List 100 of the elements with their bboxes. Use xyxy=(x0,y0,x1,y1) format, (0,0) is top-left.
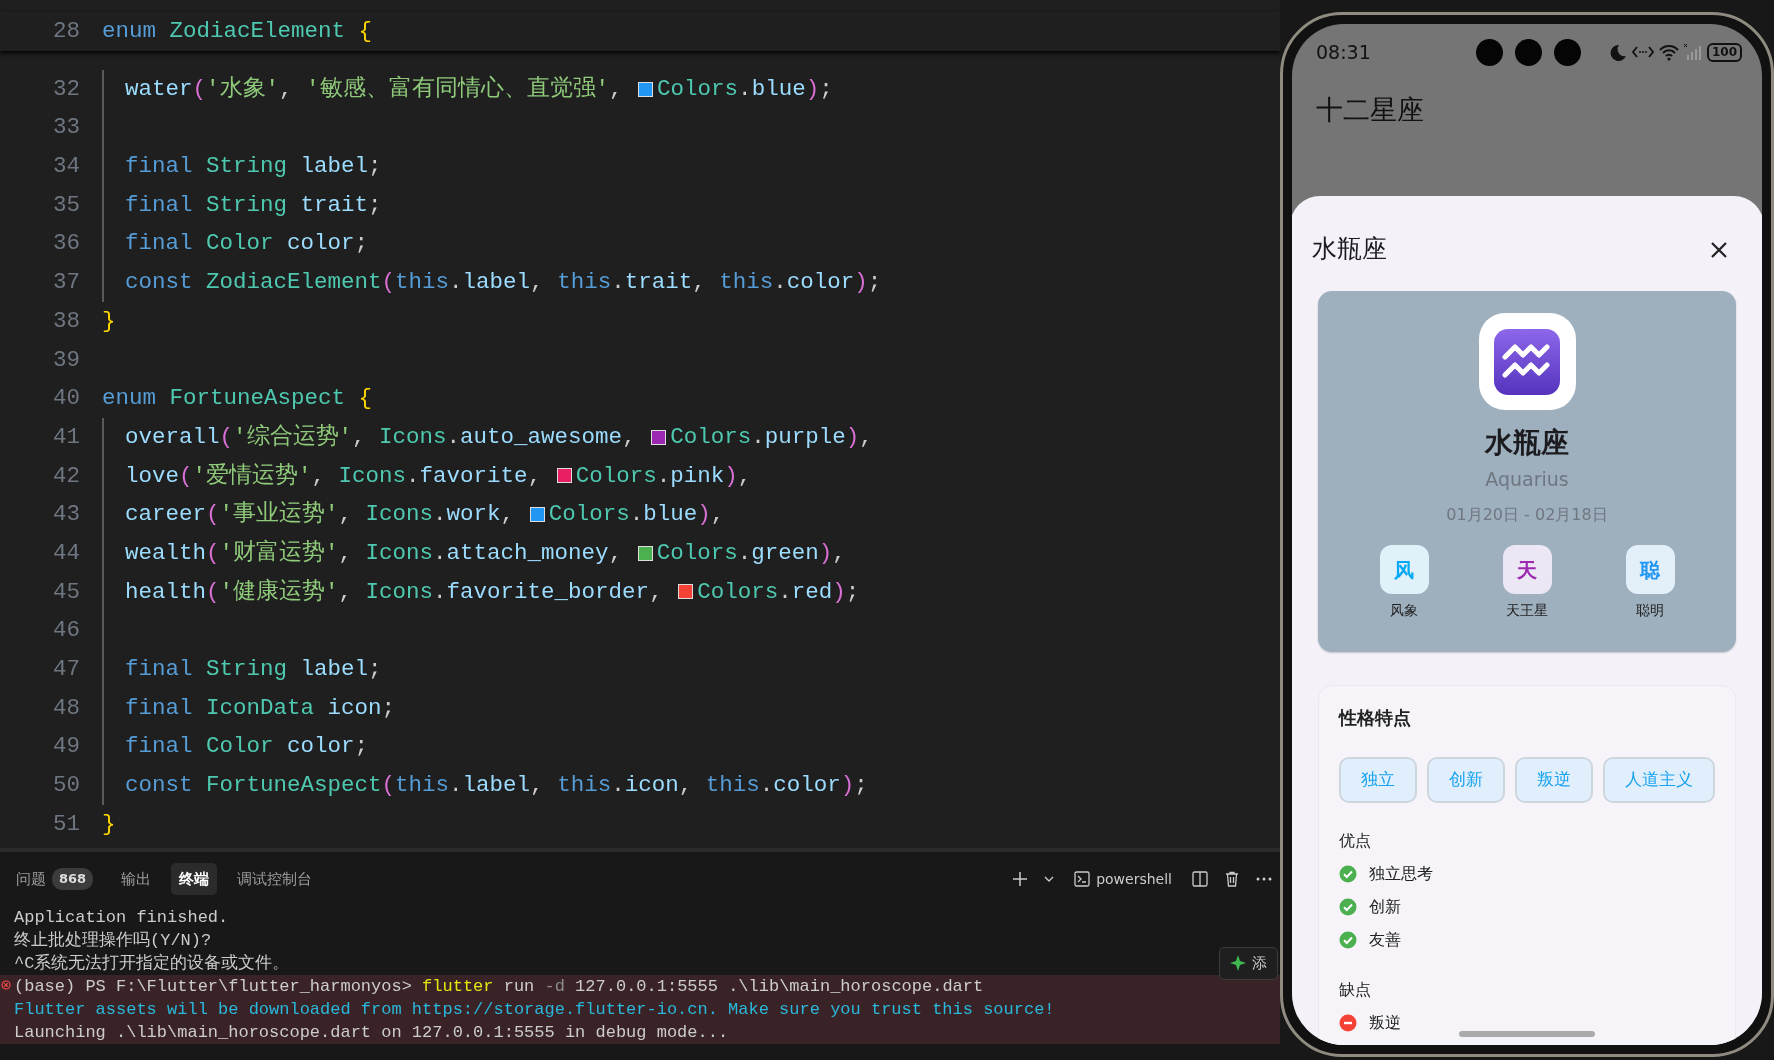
code-token: IconData xyxy=(206,693,316,723)
line-number: 35 xyxy=(52,190,80,220)
trash-icon[interactable] xyxy=(1224,871,1240,887)
code-token: favorite_border xyxy=(446,577,650,607)
code-token: . xyxy=(611,771,625,801)
code-token: final xyxy=(125,190,194,220)
code-token: final xyxy=(125,655,194,684)
sign-name: 水瓶座 xyxy=(1485,428,1569,459)
code-token: . xyxy=(656,461,671,491)
line-number: 38 xyxy=(52,306,80,336)
code-token: ; xyxy=(354,229,369,259)
code-token: ; xyxy=(368,152,382,182)
line-number: 28 xyxy=(52,17,80,46)
code-token: . xyxy=(759,771,774,801)
code-token: Color xyxy=(206,229,275,259)
code-token: ( xyxy=(381,268,396,298)
code-token: ( xyxy=(206,500,220,530)
line-number: 48 xyxy=(52,693,80,723)
list-heading: 缺点 xyxy=(1339,979,1372,1001)
code-token: enum xyxy=(102,384,157,414)
panel-tab[interactable]: 终端 xyxy=(171,862,218,896)
code-token: , xyxy=(710,500,725,530)
panel-tab[interactable]: 调试控制台 xyxy=(229,862,321,896)
line-number: 43 xyxy=(52,500,80,530)
terminal-text: Launching .\lib\main_horoscope.dart on 127.0.0.1:5555 in debug mode... xyxy=(14,1022,729,1044)
line-number: 39 xyxy=(52,345,80,375)
code-token: color xyxy=(287,229,355,259)
code-token: health xyxy=(125,577,206,607)
camera-icon xyxy=(1554,38,1581,66)
list-item-text: 独立思考 xyxy=(1369,863,1433,885)
code-token: ( xyxy=(179,461,193,491)
list-heading: 优点 xyxy=(1339,830,1372,852)
code-token: label xyxy=(300,152,369,182)
code-token: water xyxy=(125,74,193,104)
code-token: FortuneAspect xyxy=(169,384,347,414)
code-token: . xyxy=(751,422,765,452)
code-token: , xyxy=(279,74,294,104)
code-token: const xyxy=(125,771,194,801)
code-token: enum xyxy=(102,17,157,46)
code-token: color xyxy=(287,732,355,762)
code-token: . xyxy=(433,577,447,607)
code-token: Color xyxy=(206,732,275,762)
terminal-shell-button[interactable]: powershell xyxy=(1070,866,1176,892)
status-time: 08:31 xyxy=(1316,39,1372,65)
code-token: ; xyxy=(381,693,396,723)
line-number: 36 xyxy=(52,229,80,259)
section-title: 性格特点 xyxy=(1339,706,1412,730)
code-token: purple xyxy=(764,422,846,452)
code-token: , xyxy=(530,771,545,801)
code-token: Icons xyxy=(338,461,407,491)
panel-tab[interactable]: 问题 868 xyxy=(8,862,102,896)
code-token: trait xyxy=(300,190,369,220)
code-token: String xyxy=(206,152,289,182)
code-token: Icons xyxy=(379,422,447,452)
wifi-icon xyxy=(1658,43,1679,61)
code-token: '财富运势' xyxy=(219,538,339,568)
data-transfer-icon xyxy=(1631,44,1654,60)
terminal-text: Application finished. xyxy=(14,907,229,929)
camera-icon xyxy=(1515,38,1542,66)
code-token: ; xyxy=(854,771,868,801)
code-token: '综合运势' xyxy=(233,422,353,452)
line-number: 32 xyxy=(52,74,80,104)
add-icon[interactable] xyxy=(1012,871,1029,887)
more-icon[interactable] xyxy=(1256,877,1272,881)
code-token: ZodiacElement xyxy=(169,17,347,46)
terminal-text: 127.0.0.1:5555 .\lib\main_horoscope.dart xyxy=(574,976,984,998)
code-token: pink xyxy=(670,461,725,491)
code-token: , xyxy=(530,268,545,298)
attribute-label: 天王星 xyxy=(1506,601,1548,621)
code-token: ; xyxy=(354,732,369,762)
line-number: 47 xyxy=(52,655,80,684)
code-token: ; xyxy=(368,655,382,684)
code-token: final xyxy=(125,229,194,259)
code-token: final xyxy=(125,693,194,723)
code-token: love xyxy=(125,461,179,491)
code-token: icon xyxy=(327,693,382,723)
code-token: icon xyxy=(624,771,679,801)
code-token: { xyxy=(358,384,373,414)
code-token: Colors xyxy=(656,538,738,568)
code-token: } xyxy=(102,809,116,839)
code-token: const xyxy=(125,268,194,298)
list-item-text: 创新 xyxy=(1369,896,1401,918)
code-token: final xyxy=(125,732,194,762)
code-token: , xyxy=(859,422,873,452)
code-token: . xyxy=(446,422,461,452)
code-token: red xyxy=(791,577,833,607)
code-token: ; xyxy=(845,577,860,607)
code-token: this xyxy=(395,268,450,298)
code-token: , xyxy=(608,538,624,568)
caret-icon[interactable] xyxy=(1044,875,1055,883)
code-token: . xyxy=(449,771,463,801)
add-chat-button[interactable]: 添 xyxy=(1219,947,1278,980)
terminal-text: Flutter assets will be downloaded from https://storage.flutter-io.cn. Make sure you trust this source! xyxy=(14,999,1055,1021)
camera-icon xyxy=(1476,38,1503,66)
split-icon[interactable] xyxy=(1192,871,1208,887)
line-number: 51 xyxy=(52,809,80,839)
panel-tab[interactable]: 输出 xyxy=(113,862,160,896)
code-token: work xyxy=(446,500,501,530)
terminal-text: run xyxy=(502,976,536,998)
code-token: ( xyxy=(192,74,207,104)
